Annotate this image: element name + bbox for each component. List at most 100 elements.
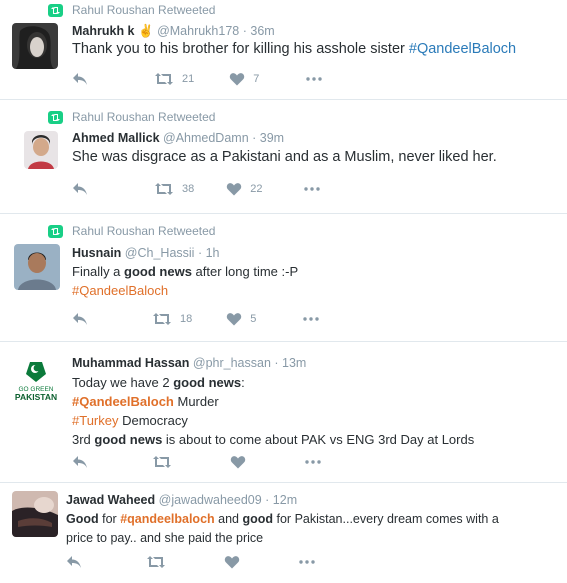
hashtag-link[interactable]: #QandeelBaloch (72, 281, 298, 300)
bold-text: Good (66, 512, 99, 526)
author-handle[interactable]: @phr_hassan (193, 356, 271, 370)
retweet-button[interactable]: 18 (152, 312, 192, 326)
hashtag-link[interactable]: #QandeelBaloch (409, 41, 516, 57)
retweeted-by-label: Rahul Roushan Retweeted (72, 224, 216, 238)
retweet-icon (152, 312, 172, 326)
tweet-text: Today we have 2 good news: (72, 373, 474, 392)
author-handle[interactable]: @Mahrukh178 (157, 24, 239, 38)
more-button[interactable] (303, 186, 321, 192)
more-icon (304, 459, 322, 465)
author-name[interactable]: Husnain (72, 246, 121, 260)
text-segment: and (214, 512, 243, 526)
avatar-text-main: PAKISTAN (15, 392, 57, 402)
tweet[interactable]: Rahul Roushan Retweeted Husnain @Ch_Hass… (0, 214, 567, 342)
retweet-button[interactable] (146, 555, 166, 569)
more-icon (302, 316, 320, 322)
hashtag-link[interactable]: #QandeelBaloch (72, 394, 174, 409)
avatar-image (12, 491, 58, 537)
text-segment: after long time :-P (191, 264, 299, 279)
like-button[interactable] (224, 555, 240, 569)
go-green-pakistan-logo: GO GREEN PAKISTAN (12, 358, 60, 410)
text-segment: is about to come about PAK vs ENG 3rd Da… (162, 432, 475, 447)
avatar-image (24, 131, 58, 169)
retweet-count: 38 (182, 183, 195, 195)
retweet-badge-icon (48, 111, 63, 124)
retweet-count: 21 (182, 73, 195, 85)
heart-icon (230, 455, 246, 469)
retweet-badge-icon (48, 4, 63, 17)
timestamp[interactable]: · 13m (274, 356, 306, 370)
tweet[interactable]: Rahul Roushan Retweeted Ahmed Mallick @A… (0, 100, 567, 214)
text-segment: 3rd (72, 432, 95, 447)
retweet-button[interactable]: 21 (154, 72, 194, 86)
text-segment: Today we have 2 (72, 375, 174, 390)
avatar[interactable] (24, 131, 58, 169)
tweet-text: #QandeelBaloch Murder (72, 392, 474, 411)
reply-button[interactable] (72, 72, 88, 86)
tweet[interactable]: Jawad Waheed @jawadwaheed09 · 12m Good f… (0, 483, 567, 583)
author-name[interactable]: Jawad Waheed (66, 493, 155, 507)
retweet-icon (154, 182, 174, 196)
heart-icon (229, 72, 245, 86)
hashtag-link[interactable]: #qandeelbaloch (120, 512, 214, 526)
retweet-context[interactable]: Rahul Roushan Retweeted (48, 3, 215, 17)
tweet[interactable]: Rahul Roushan Retweeted Mahrukh k ✌ @Mah… (0, 0, 567, 100)
retweet-button[interactable] (152, 455, 172, 469)
heart-icon (224, 555, 240, 569)
more-button[interactable] (304, 459, 322, 465)
timestamp[interactable]: · 39m (252, 131, 284, 145)
more-button[interactable] (298, 559, 316, 565)
more-icon (303, 186, 321, 192)
tweet-text: Thank you to his brother for killing his… (72, 40, 516, 59)
avatar[interactable] (12, 491, 58, 537)
author-name[interactable]: Mahrukh k (72, 24, 135, 38)
like-button[interactable] (230, 455, 246, 469)
timestamp[interactable]: · 12m (265, 493, 297, 507)
retweet-icon (154, 72, 174, 86)
retweet-count: 18 (180, 313, 193, 325)
reply-button[interactable] (66, 555, 82, 569)
heart-icon (226, 312, 242, 326)
reply-icon (72, 312, 88, 326)
avatar[interactable] (14, 244, 60, 290)
text-segment: Thank you to his brother for killing his… (72, 41, 409, 57)
like-count: 5 (250, 313, 257, 325)
avatar-image (14, 244, 60, 290)
bold-text: good news (173, 375, 242, 390)
reply-button[interactable] (72, 182, 88, 196)
heart-icon (226, 182, 242, 196)
like-button[interactable]: 5 (226, 312, 256, 326)
hashtag-link[interactable]: #Turkey (72, 413, 118, 428)
more-button[interactable] (302, 316, 320, 322)
like-button[interactable]: 22 (226, 182, 263, 196)
retweet-button[interactable]: 38 (154, 182, 194, 196)
timestamp[interactable]: · 1h (198, 246, 220, 260)
timestamp[interactable]: · 36m (243, 24, 275, 38)
author-handle[interactable]: @AhmedDamn (163, 131, 249, 145)
more-icon (298, 559, 316, 565)
more-button[interactable] (305, 76, 323, 82)
author-name[interactable]: Ahmed Mallick (72, 131, 160, 145)
tweet[interactable]: GO GREEN PAKISTAN Muhammad Hassan @phr_h… (0, 342, 567, 483)
tweet-text: 3rd good news is about to come about PAK… (72, 430, 474, 449)
retweet-context[interactable]: Rahul Roushan Retweeted (48, 110, 215, 124)
text-segment: Democracy (118, 413, 188, 428)
reply-icon (72, 455, 88, 469)
retweet-context[interactable]: Rahul Roushan Retweeted (48, 224, 215, 238)
reply-button[interactable] (72, 455, 88, 469)
avatar-image (12, 23, 58, 69)
retweet-badge-icon (48, 225, 63, 238)
retweeted-by-label: Rahul Roushan Retweeted (72, 110, 216, 124)
text-segment: for (98, 512, 121, 526)
author-name[interactable]: Muhammad Hassan (72, 356, 189, 370)
tweet-text: #Turkey Democracy (72, 411, 474, 430)
reply-button[interactable] (72, 312, 88, 326)
author-handle[interactable]: @Ch_Hassii (125, 246, 195, 260)
tweet-text: Finally a good news after long time :-P (72, 262, 298, 281)
like-button[interactable]: 7 (229, 72, 259, 86)
like-count: 7 (253, 73, 260, 85)
text-segment: for Pakistan...every dream comes with a (273, 512, 499, 526)
avatar[interactable] (12, 23, 58, 69)
avatar[interactable]: GO GREEN PAKISTAN (12, 358, 60, 410)
author-handle[interactable]: @jawadwaheed09 (159, 493, 262, 507)
